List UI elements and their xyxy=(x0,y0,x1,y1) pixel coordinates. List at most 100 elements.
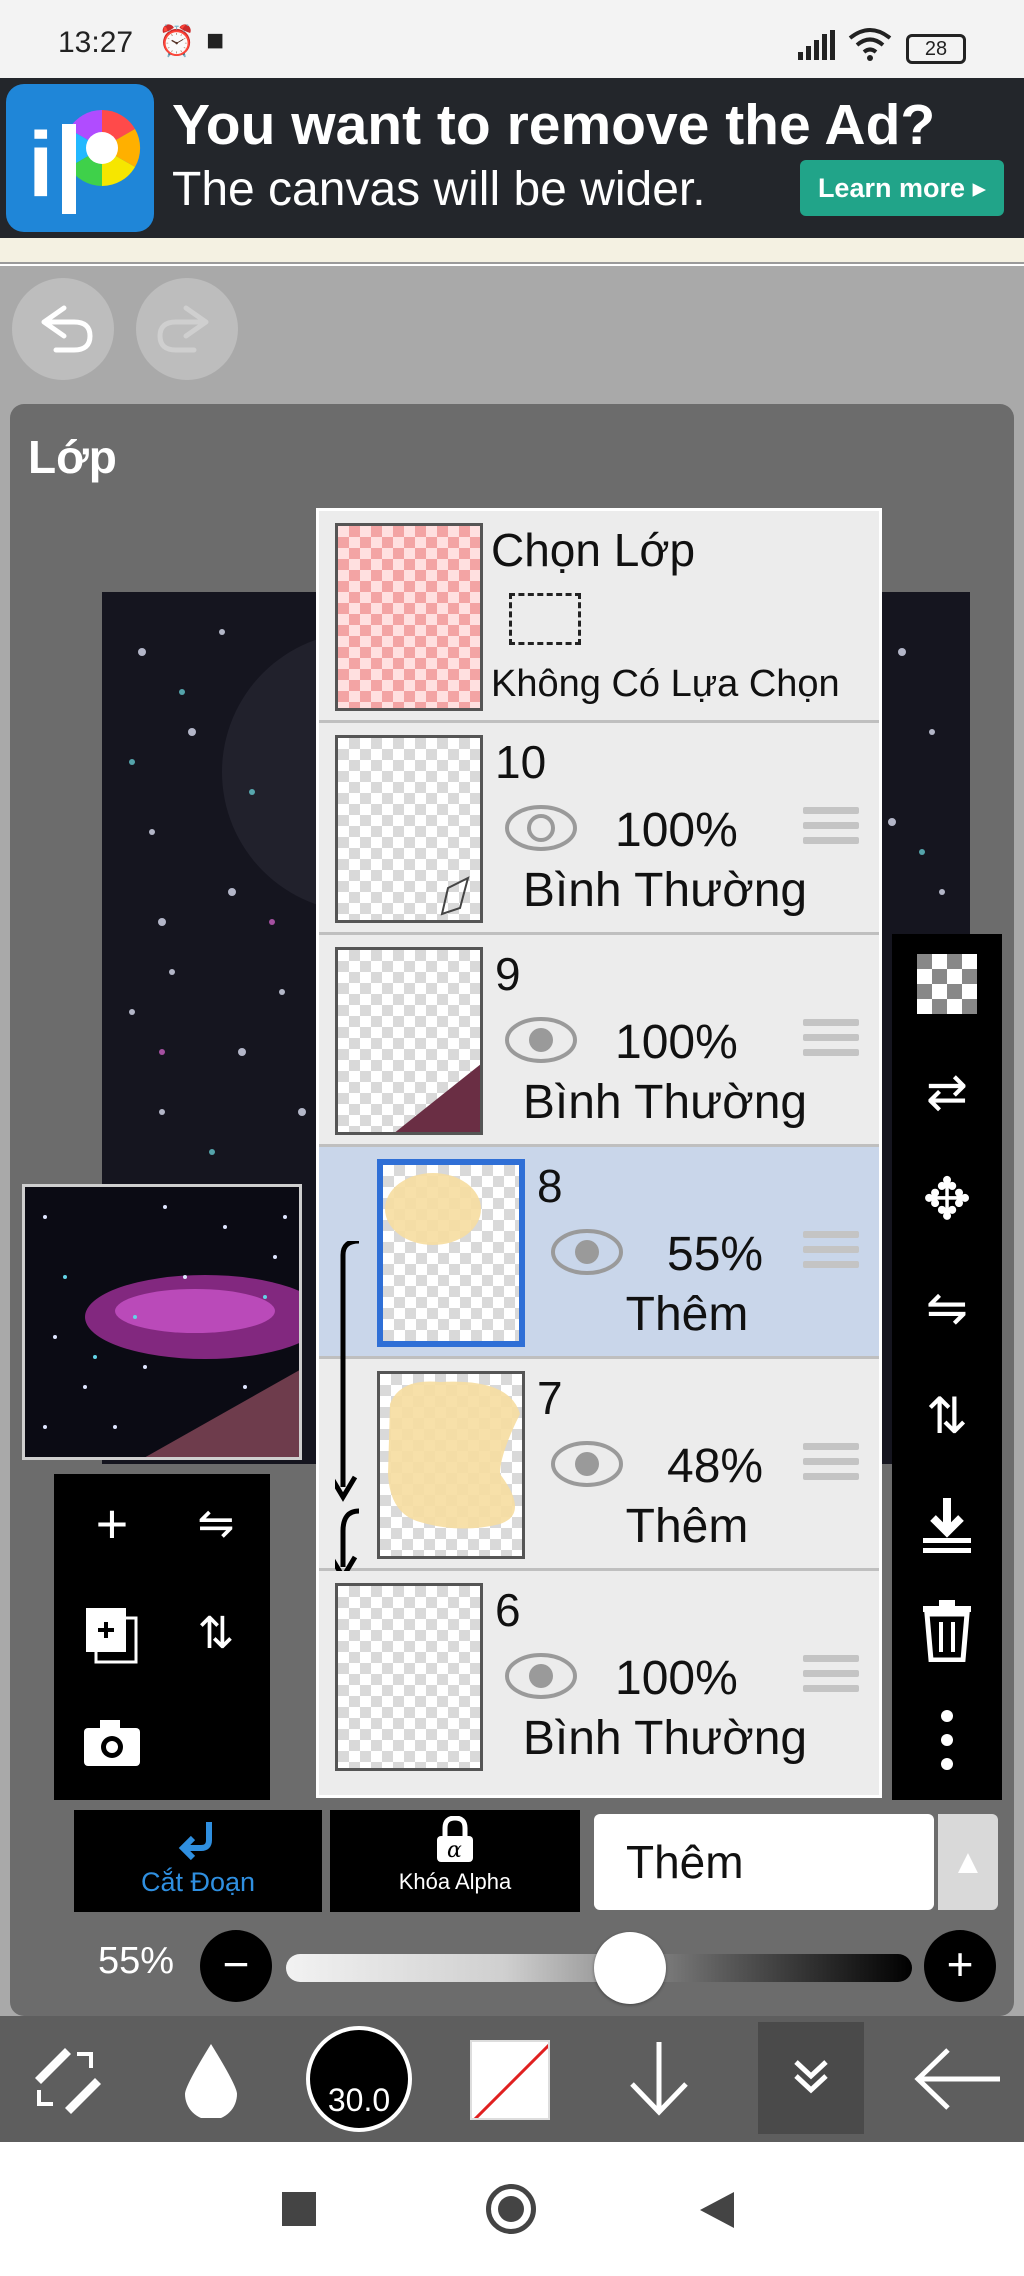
ad-headline: You want to remove the Ad? xyxy=(172,93,936,157)
alarm-icon: ⏰ xyxy=(158,25,196,58)
selection-status: Không Có Lựa Chọn xyxy=(491,663,840,705)
home-icon[interactable] xyxy=(486,2184,536,2234)
canvas-thumbnail[interactable] xyxy=(22,1184,302,1460)
swap-layers-icon[interactable]: ⇄ xyxy=(892,1042,1002,1142)
layer-opacity[interactable]: 48% xyxy=(667,1439,763,1494)
layer-opacity[interactable]: 100% xyxy=(615,1651,738,1706)
notification-icon: ■ xyxy=(206,24,225,57)
merge-down-icon[interactable] xyxy=(892,1474,1002,1574)
visibility-eye-icon[interactable] xyxy=(505,1651,577,1701)
visibility-eye-icon[interactable] xyxy=(551,1439,623,1489)
flip-vertical-icon[interactable]: ⇅ xyxy=(892,1366,1002,1466)
layer-row-selected[interactable]: 8 55% Thêm xyxy=(319,1147,879,1359)
layer-panel-icon xyxy=(794,2060,828,2094)
ibispaint-logo: i xyxy=(6,84,154,232)
svg-text:α: α xyxy=(447,1838,462,1863)
visibility-eye-icon[interactable] xyxy=(505,803,577,853)
clipping-button[interactable]: Cắt Đoạn xyxy=(74,1810,322,1912)
flip-vertical-icon[interactable]: ⇅ xyxy=(166,1584,266,1684)
selection-marquee-icon xyxy=(509,593,581,645)
undo-button[interactable] xyxy=(12,278,114,380)
left-layer-tools: + ⇋ ⇅ xyxy=(54,1474,270,1800)
layer-row[interactable]: 7 48% Thêm xyxy=(319,1359,879,1571)
recents-icon[interactable] xyxy=(282,2192,316,2226)
trash-icon[interactable] xyxy=(892,1582,1002,1682)
status-bar: 13:27 ⏰ ■ 28 xyxy=(0,0,1024,78)
layer-number: 10 xyxy=(495,736,547,788)
camera-icon[interactable] xyxy=(62,1692,162,1792)
layer-blend-mode: Thêm xyxy=(625,1288,749,1341)
color-button[interactable] xyxy=(470,2040,550,2120)
flip-horizontal-icon[interactable]: ⇋ xyxy=(892,1258,1002,1358)
back-nav-icon[interactable] xyxy=(700,2192,736,2233)
wifi-icon xyxy=(848,26,892,67)
layer-row[interactable]: 6 100% Bình Thường xyxy=(319,1571,879,1783)
visibility-eye-icon[interactable] xyxy=(551,1227,623,1277)
drag-handle-icon[interactable] xyxy=(803,1443,859,1487)
signal-icon xyxy=(796,30,836,65)
ad-divider xyxy=(0,238,1024,264)
add-layer-copy-icon[interactable] xyxy=(62,1584,162,1684)
alpha-lock-button[interactable]: α Khóa Alpha xyxy=(330,1810,580,1912)
layer-thumbnail xyxy=(335,947,483,1135)
selection-layer-thumbnail xyxy=(335,523,483,711)
blend-mode-select[interactable]: Thêm xyxy=(594,1814,934,1910)
clipping-label: Cắt Đoạn xyxy=(140,1867,256,1897)
layer-number: 9 xyxy=(495,948,521,1000)
layer-blend-mode: Bình Thường xyxy=(522,864,808,917)
status-time: 13:27 xyxy=(58,26,134,59)
right-layer-tools: ⇄ ✥ ⇋ ⇅ xyxy=(892,934,1002,1800)
layer-panel-title: Lớp xyxy=(28,431,117,483)
down-arrow-icon[interactable] xyxy=(594,2016,724,2142)
flip-horizontal-icon[interactable]: ⇋ xyxy=(166,1474,266,1574)
layer-opacity[interactable]: 100% xyxy=(615,1015,738,1070)
alpha-lock-label: Khóa Alpha xyxy=(398,1869,512,1894)
layer-thumbnail xyxy=(335,735,483,923)
opacity-minus-button[interactable]: − xyxy=(200,1930,272,2002)
brush-size-button[interactable]: 30.0 xyxy=(306,2026,412,2132)
redo-icon xyxy=(157,305,209,353)
layer-blend-mode: Bình Thường xyxy=(522,1076,808,1129)
checker-icon[interactable] xyxy=(892,934,1002,1034)
learn-more-label: Learn more xyxy=(817,173,965,203)
lock-icon: α xyxy=(437,1815,473,1863)
add-layer-icon[interactable]: + xyxy=(62,1474,162,1574)
layer-opacity[interactable]: 100% xyxy=(615,803,738,858)
opacity-slider-knob[interactable] xyxy=(594,1932,667,2004)
layer-number: 8 xyxy=(537,1160,563,1212)
color-icon xyxy=(473,2043,548,2118)
redo-button[interactable] xyxy=(136,278,238,380)
clipping-icon xyxy=(178,1822,212,1861)
undo-icon xyxy=(41,305,93,353)
layer-panel-button[interactable] xyxy=(758,2022,864,2134)
learn-more-button[interactable]: Learn more ▸ xyxy=(800,160,1004,216)
ad-subline: The canvas will be wider. xyxy=(172,163,706,216)
visibility-eye-icon[interactable] xyxy=(505,1015,577,1065)
brush-size-value: 30.0 xyxy=(327,2082,391,2118)
layer-thumbnail xyxy=(377,1159,525,1347)
battery-indicator: 28 xyxy=(906,34,966,64)
layer-opacity[interactable]: 55% xyxy=(667,1227,763,1282)
layer-row[interactable]: 10 100% Bình Thường xyxy=(319,723,879,935)
move-icon[interactable]: ✥ xyxy=(892,1150,1002,1250)
triangle-up-icon[interactable]: ▲ xyxy=(938,1814,998,1910)
drag-handle-icon[interactable] xyxy=(803,807,859,851)
back-arrow-icon[interactable] xyxy=(894,2016,1024,2142)
layer-blend-mode: Bình Thường xyxy=(522,1712,808,1765)
layer-row[interactable]: 9 100% Bình Thường xyxy=(319,935,879,1147)
drag-handle-icon[interactable] xyxy=(803,1019,859,1063)
layer-blend-mode: Thêm xyxy=(625,1500,749,1553)
layers-list: Chọn Lớp Không Có Lựa Chọn 10 100% Bình … xyxy=(316,508,882,1798)
drag-handle-icon[interactable] xyxy=(803,1231,859,1275)
opacity-plus-button[interactable]: + xyxy=(924,1930,996,2002)
layer-number: 7 xyxy=(537,1372,563,1424)
more-vertical-icon[interactable] xyxy=(892,1690,1002,1790)
selection-layer-title: Chọn Lớp xyxy=(491,524,696,576)
drag-handle-icon[interactable] xyxy=(803,1655,859,1699)
layer-thumbnail xyxy=(377,1371,525,1559)
thumbnail-artwork xyxy=(25,1187,299,1457)
dropper-icon[interactable] xyxy=(146,2016,276,2142)
brush-eraser-swap-icon[interactable] xyxy=(0,2016,130,2142)
selection-layer[interactable]: Chọn Lớp Không Có Lựa Chọn xyxy=(319,511,879,723)
layer-thumbnail xyxy=(335,1583,483,1771)
